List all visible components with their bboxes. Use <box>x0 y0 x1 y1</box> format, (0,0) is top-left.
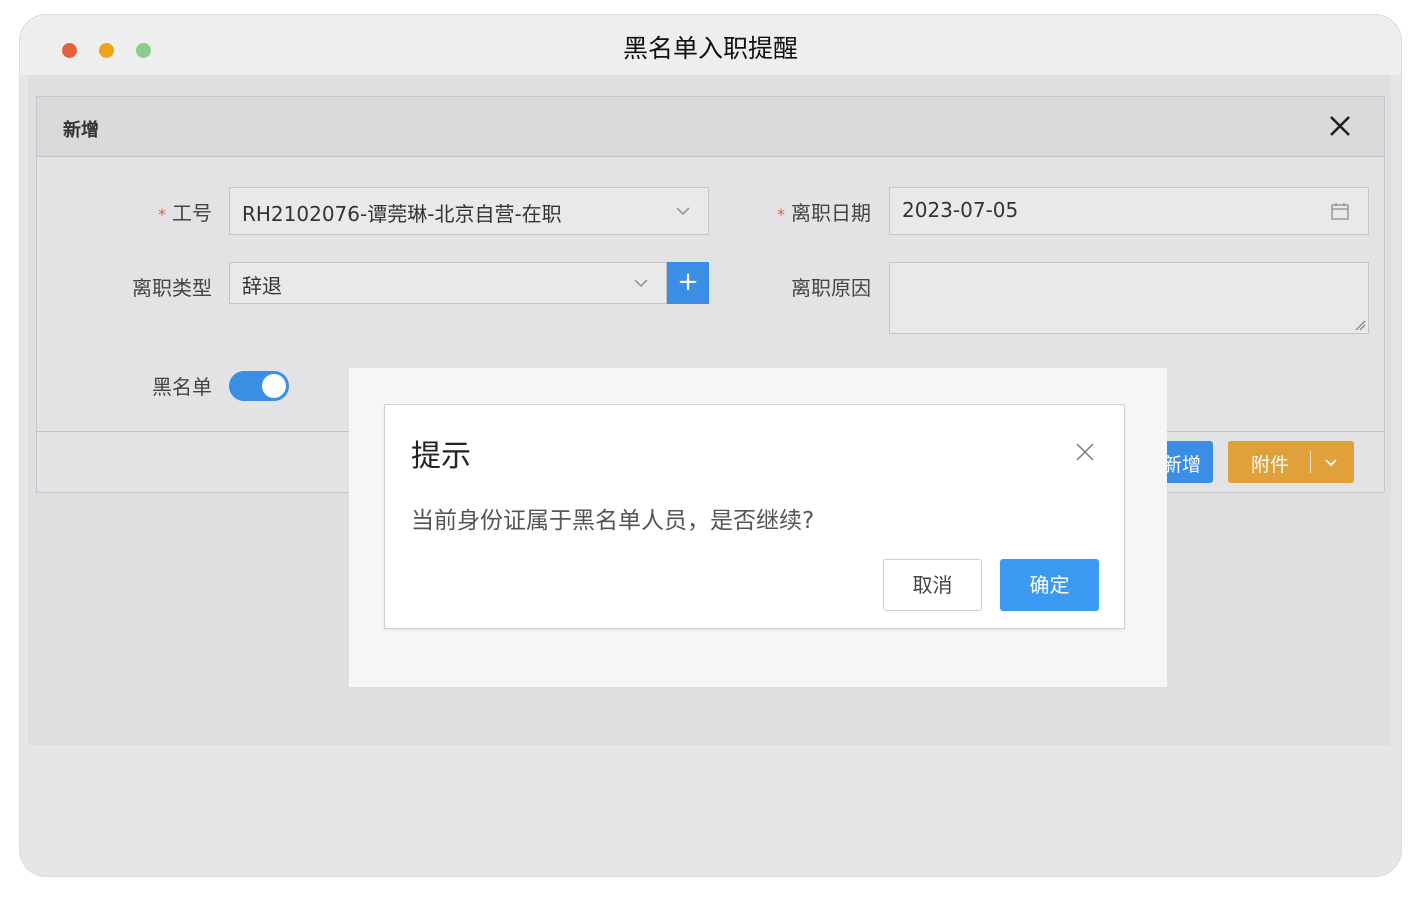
window-title: 黑名单入职提醒 <box>622 34 798 63</box>
confirm-button[interactable]: 确定 <box>1000 559 1099 611</box>
employee-id-select[interactable]: RH2102076-谭莞琳-北京自营-在职 <box>229 187 709 235</box>
confirm-dialog: 提示 当前身份证属于黑名单人员，是否继续? 取消 确定 <box>384 404 1125 629</box>
dialog-title: 提示 <box>411 439 471 474</box>
dialog-message: 当前身份证属于黑名单人员，是否继续? <box>411 508 815 534</box>
panel-header: 新增 <box>37 97 1384 157</box>
cancel-button[interactable]: 取消 <box>883 559 982 611</box>
toggle-knob <box>262 374 286 398</box>
blacklist-label: 黑名单 <box>152 375 212 399</box>
resign-type-value: 辞退 <box>242 274 282 298</box>
attachment-button[interactable]: 附件 <box>1228 441 1354 483</box>
resign-date-label: * 离职日期 <box>777 201 871 225</box>
add-button-label: 新增 <box>1162 454 1201 476</box>
required-mark: * <box>777 205 785 224</box>
resign-date-value: 2023-07-05 <box>902 198 1019 222</box>
chevron-down-icon <box>634 279 648 288</box>
employee-id-label: * 工号 <box>158 201 212 225</box>
resign-type-label: 离职类型 <box>132 276 212 300</box>
resize-handle-icon[interactable] <box>1354 319 1366 331</box>
resign-reason-textarea[interactable] <box>889 262 1369 334</box>
close-icon[interactable] <box>1074 441 1096 463</box>
resign-reason-label: 离职原因 <box>791 276 871 300</box>
divider <box>1310 451 1311 473</box>
calendar-icon[interactable] <box>1330 201 1350 221</box>
required-mark: * <box>158 205 166 224</box>
chevron-down-icon[interactable] <box>1322 453 1340 471</box>
title-bar: 黑名单入职提醒 <box>20 15 1401 75</box>
chevron-down-icon <box>676 207 690 216</box>
resign-date-input[interactable]: 2023-07-05 <box>889 187 1369 235</box>
blacklist-toggle[interactable] <box>229 371 289 401</box>
resign-type-select[interactable]: 辞退 <box>229 262 667 304</box>
attachment-label: 附件 <box>1251 454 1290 476</box>
close-icon[interactable] <box>1326 112 1354 140</box>
employee-id-value: RH2102076-谭莞琳-北京自营-在职 <box>242 202 562 226</box>
panel-title: 新增 <box>63 120 99 141</box>
